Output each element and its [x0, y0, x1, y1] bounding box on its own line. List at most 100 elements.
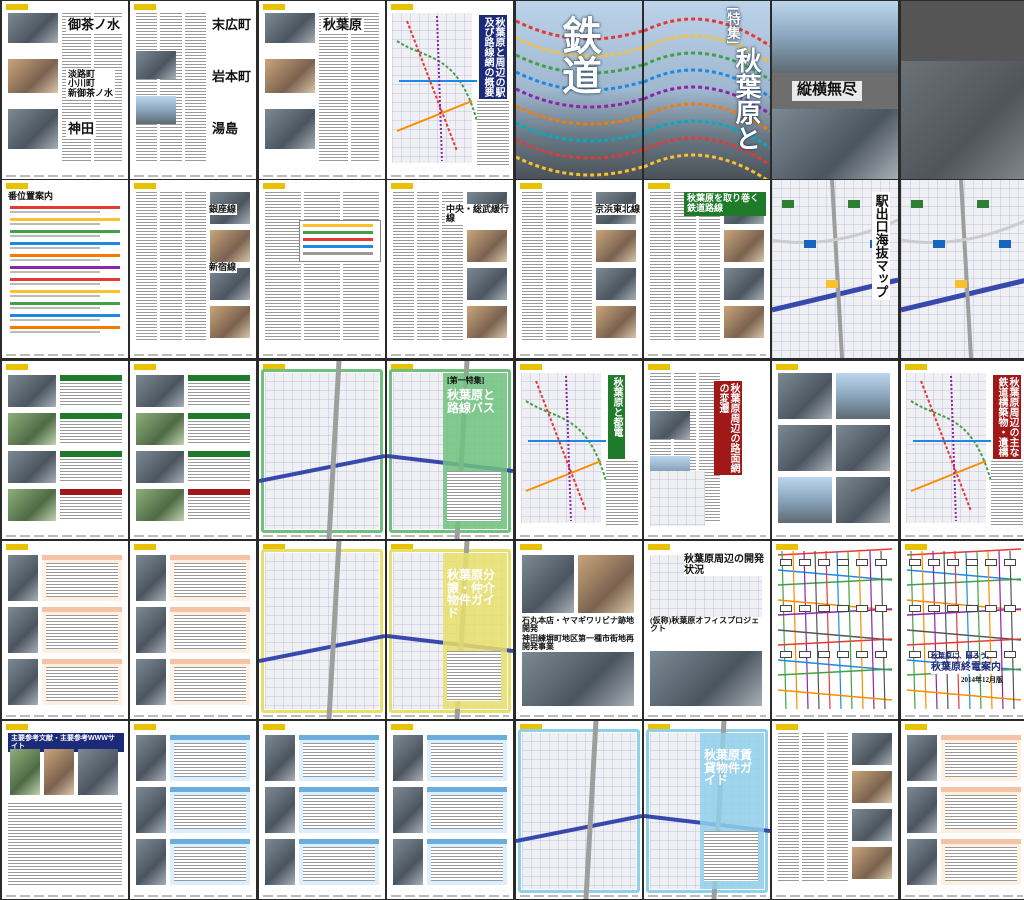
- property-text: [303, 847, 375, 881]
- page-3-5: 秋葉原周辺の開発状況 (仮称)秋葉原オフィスプロジェクト: [644, 541, 770, 719]
- rail-line: [803, 550, 809, 710]
- building-photo: [265, 787, 295, 833]
- rail-line: [516, 155, 642, 177]
- rail-line: [535, 380, 587, 512]
- text-column: [546, 192, 568, 342]
- section-header-tab: [6, 544, 28, 550]
- property-header: [170, 839, 250, 844]
- page-0-0: 御茶ノ水 淡路町 小川町 新御茶ノ水 神田: [2, 1, 128, 179]
- rail-line: [830, 180, 844, 358]
- station-box: [947, 559, 959, 566]
- bus-photo: [8, 413, 56, 445]
- cover-kicker: [特集]: [725, 7, 740, 45]
- section-title-tag: 秋葉原と都電: [608, 375, 625, 459]
- property-text: [945, 847, 1017, 881]
- page-4-7: [901, 721, 1024, 899]
- rail-line: [950, 375, 957, 522]
- station-photo: [265, 109, 315, 149]
- text-column: [160, 13, 182, 163]
- property-text: [431, 795, 503, 829]
- bus-photo: [136, 413, 184, 445]
- station-photo: [136, 96, 176, 124]
- property-text: [303, 795, 375, 829]
- building-photo: [136, 659, 166, 705]
- station-name-label: 末広町: [210, 17, 254, 33]
- section-title-tag: 秋葉原と周辺の駅及び路線網の概要: [479, 15, 507, 99]
- route-bar: [303, 238, 373, 241]
- rail-line: [959, 180, 973, 358]
- text-column: [304, 192, 340, 342]
- diagram-heading: 番位置案内: [8, 191, 54, 201]
- platform-bar: [10, 314, 120, 317]
- bus-route-bar: [60, 375, 122, 381]
- rail-line: [906, 569, 1022, 581]
- page-footer: [134, 354, 252, 356]
- property-text: [174, 795, 246, 829]
- route-bar: [303, 245, 373, 248]
- property-header: [299, 787, 379, 792]
- train-photo: [772, 109, 898, 179]
- section-header-tab: [134, 183, 156, 189]
- text-column: [350, 13, 379, 163]
- train-photo: [852, 809, 892, 841]
- structure-photo: [836, 477, 890, 523]
- section-title-tag: 秋葉原を取り巻く鉄道路線: [684, 192, 766, 216]
- rail-lines: [259, 361, 385, 539]
- rail-line: [326, 541, 342, 719]
- rail-line: [880, 550, 886, 710]
- property-text: [945, 795, 1017, 829]
- page-footer: [391, 895, 509, 897]
- station-box: [818, 559, 830, 566]
- page-4-1: [130, 721, 256, 899]
- property-header: [42, 659, 122, 664]
- station-box: [875, 605, 887, 612]
- rail-line: [777, 659, 893, 671]
- property-text: [174, 847, 246, 881]
- platform-bar: [10, 295, 100, 297]
- station-box: [909, 605, 921, 612]
- property-header: [42, 555, 122, 560]
- property-text: [174, 743, 246, 777]
- page-3-3: 秋葉原分譲・仲介物件ガイド: [387, 541, 513, 719]
- route-bar: [303, 224, 373, 227]
- book-cover: [44, 749, 74, 795]
- bus-route-bar: [188, 489, 250, 495]
- property-text: [431, 847, 503, 881]
- train-photo: [852, 771, 892, 803]
- section-header-tab: [905, 724, 927, 730]
- platform-bar: [10, 242, 120, 245]
- building-photo: [265, 839, 295, 885]
- platform-bar: [10, 278, 120, 281]
- page-2-4: 秋葉原と都電: [516, 361, 642, 539]
- station-box: [799, 605, 811, 612]
- text-column: [570, 192, 592, 342]
- page-2-1: [130, 361, 256, 539]
- bus-photo: [8, 451, 56, 483]
- page-4-6: [772, 721, 898, 899]
- station-photo: [265, 13, 315, 43]
- station-box: [799, 651, 811, 658]
- map-title: 駅出口海抜マップ: [872, 192, 890, 300]
- property-text: [46, 563, 118, 597]
- platform-bar: [10, 211, 100, 213]
- timetable-subtitle: 秋葉原に、帰ろう。: [931, 652, 994, 660]
- cover-title-main: 鉄道: [556, 15, 601, 95]
- page-footer: [134, 715, 252, 717]
- development-photo: [650, 651, 762, 706]
- page-4-5: 秋葉原賃貸物件ガイド: [644, 721, 770, 899]
- exit-marker: [826, 280, 838, 288]
- book-cover: [78, 749, 118, 795]
- page-footer: [648, 354, 766, 356]
- text-column: [184, 192, 206, 342]
- section-header-tab: [648, 544, 670, 550]
- bus-route-bar: [188, 451, 250, 457]
- text-column: [343, 192, 379, 342]
- section-header-tab: [648, 183, 670, 189]
- bus-route-text: [188, 421, 250, 445]
- book-cover: [10, 749, 40, 795]
- platform-bar: [10, 254, 120, 257]
- property-header: [941, 787, 1021, 792]
- section-header-tab: [776, 364, 798, 370]
- rail-line: [847, 550, 853, 710]
- magazine-spread-sheet: 御茶ノ水 淡路町 小川町 新御茶ノ水 神田 末広町 岩本町 湯島 秋葉原 秋葉原と周辺の駅及び…: [0, 0, 1024, 900]
